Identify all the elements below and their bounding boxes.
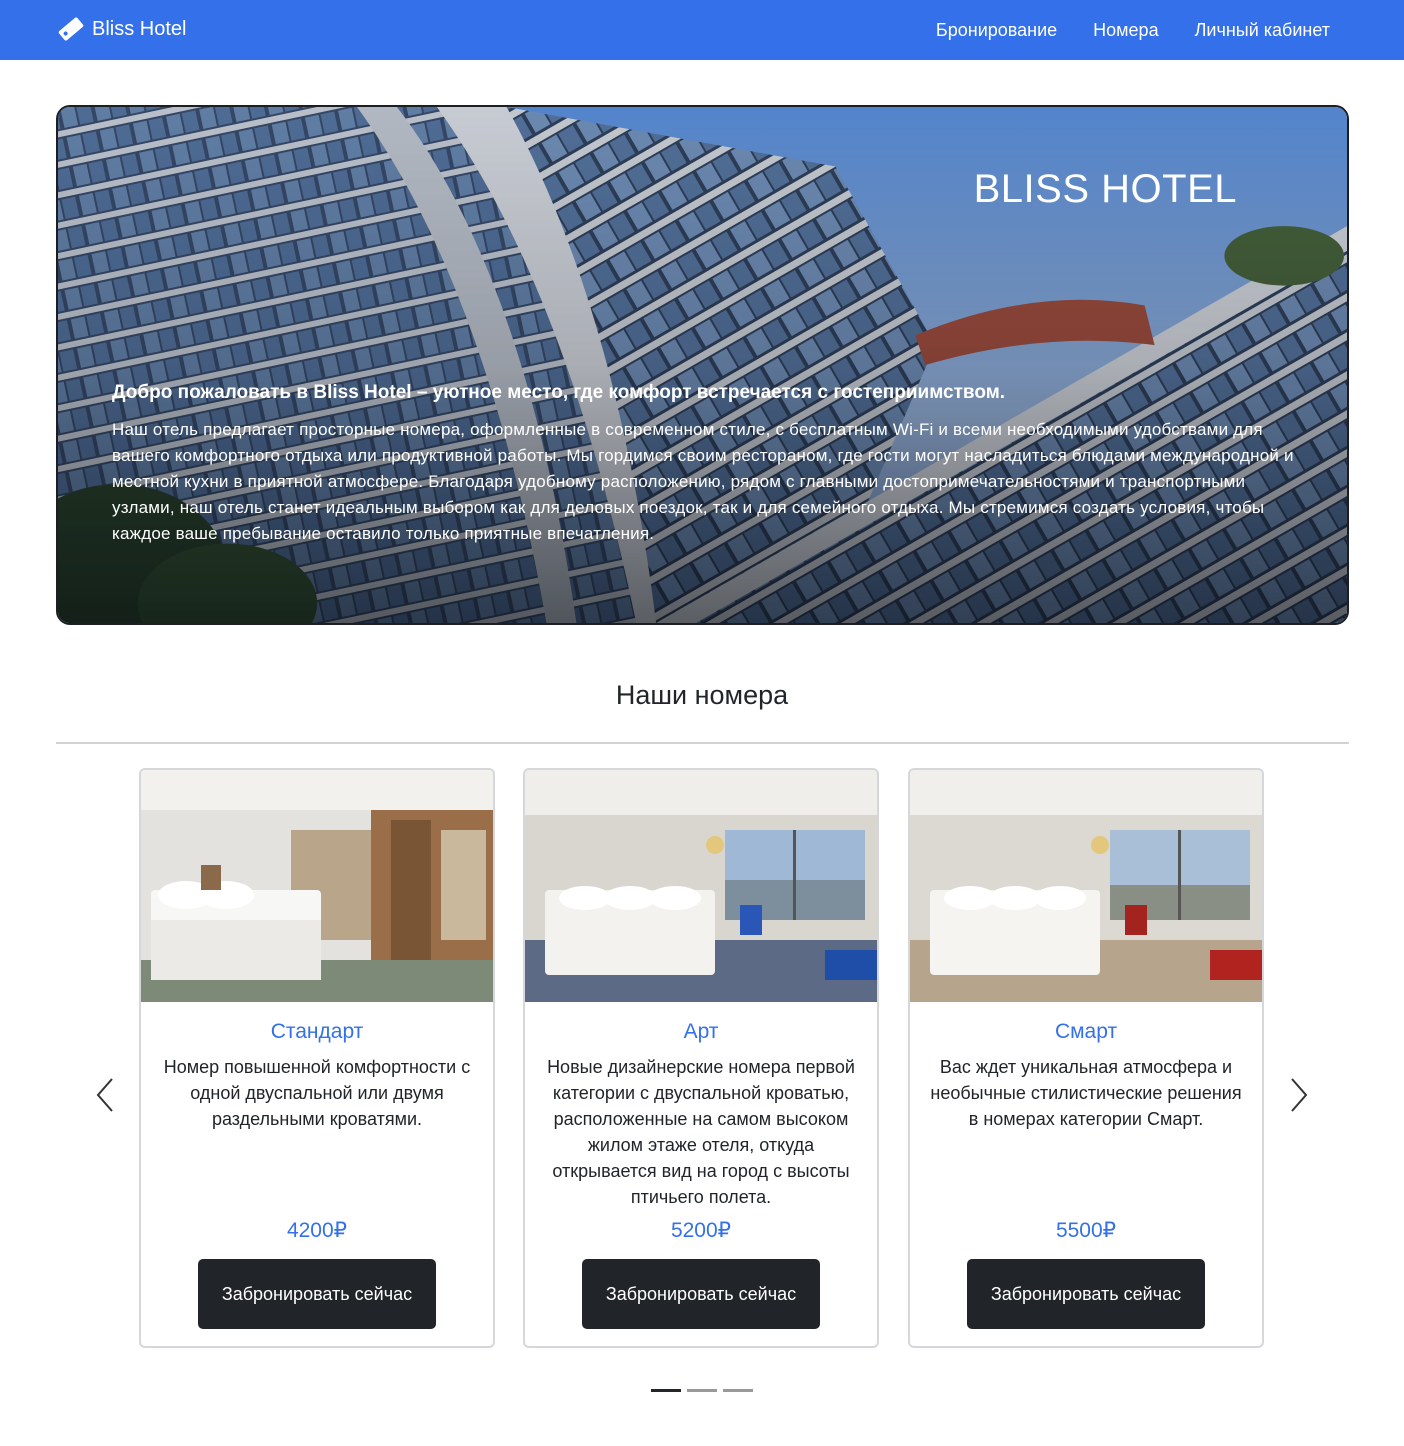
room-card-smart: Смарт Вас ждет уникальная атмосфера и не… <box>908 768 1264 1348</box>
hero-banner: BLISS HOTEL Добро пожаловать в Bliss Hot… <box>56 105 1349 625</box>
carousel-indicator-1[interactable] <box>651 1389 681 1392</box>
room-photo <box>525 770 877 1002</box>
carousel-indicators <box>651 1389 759 1392</box>
book-now-button[interactable]: Забронировать сейчас <box>198 1259 436 1329</box>
room-title: Смарт <box>1054 1020 1118 1043</box>
room-description: Вас ждет уникальная атмосфера и необычны… <box>930 1057 1242 1129</box>
nav-link-account[interactable]: Личный кабинет <box>1195 20 1330 41</box>
book-now-button[interactable]: Забронировать сейчас <box>967 1259 1205 1329</box>
room-photo <box>141 770 493 1002</box>
nav-link-rooms[interactable]: Номера <box>1093 20 1158 41</box>
carousel-indicator-3[interactable] <box>723 1389 753 1392</box>
room-description: Новые дизайнерские номера первой категор… <box>547 1057 855 1207</box>
room-card-art: Арт Новые дизайнерские номера первой кат… <box>523 768 879 1348</box>
room-price: 4200₽ <box>286 1219 348 1242</box>
chevron-left-icon[interactable] <box>90 1075 120 1115</box>
room-title: Арт <box>683 1020 719 1043</box>
brand-name: Bliss Hotel <box>92 17 187 40</box>
room-description: Номер повышенной комфортности с одной дв… <box>163 1057 471 1129</box>
carousel-indicator-2[interactable] <box>687 1389 717 1392</box>
hero-lead: Добро пожаловать в Bliss Hotel – уютное … <box>112 382 1006 403</box>
chevron-right-icon[interactable] <box>1284 1075 1314 1115</box>
book-now-button[interactable]: Забронировать сейчас <box>582 1259 820 1329</box>
nav-links: Бронирование Номера Личный кабинет <box>900 0 1330 60</box>
ticket-icon <box>58 17 84 41</box>
room-title: Стандарт <box>270 1020 364 1043</box>
hero-title: BLISS HOTEL <box>973 167 1237 211</box>
room-price: 5200₽ <box>670 1219 732 1242</box>
top-navbar: Bliss Hotel Бронирование Номера Личный к… <box>0 0 1404 60</box>
room-card-standard: Стандарт Номер повышенной комфортности с… <box>139 768 495 1348</box>
room-price: 5500₽ <box>1055 1219 1117 1242</box>
hero-description: Наш отель предлагает просторные номера, … <box>112 420 1294 543</box>
brand-link[interactable]: Bliss Hotel <box>56 14 186 44</box>
section-divider <box>56 742 1349 744</box>
rooms-section-title: Наши номера <box>615 680 789 710</box>
room-photo <box>910 770 1262 1002</box>
nav-link-booking[interactable]: Бронирование <box>936 20 1057 41</box>
